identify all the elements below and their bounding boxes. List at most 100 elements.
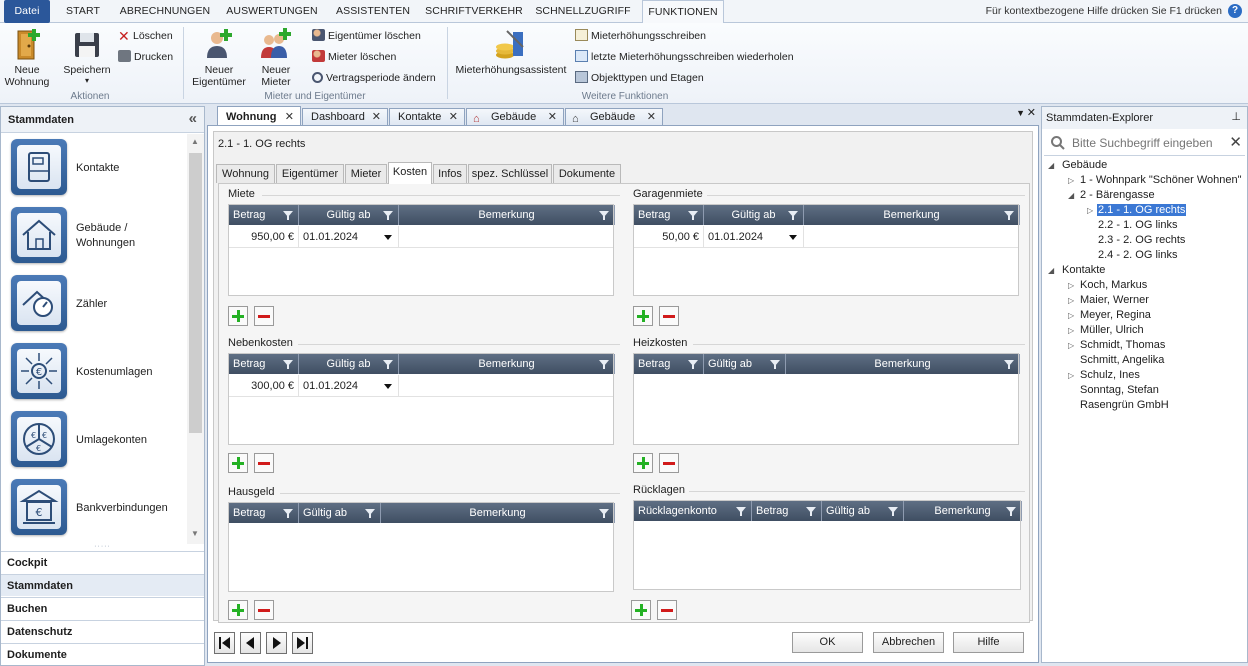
- dropdown-icon[interactable]: [384, 235, 392, 240]
- filter-icon[interactable]: [599, 360, 609, 369]
- section-cockpit[interactable]: Cockpit: [1, 551, 204, 573]
- tree-collapse-icon[interactable]: ◢: [1048, 263, 1054, 278]
- tab-mieter[interactable]: Mieter: [345, 164, 387, 183]
- column-gueltig-ab[interactable]: Gültig ab: [299, 503, 381, 523]
- scroll-up-icon[interactable]: ▲: [191, 137, 199, 146]
- doc-tab-dashboard[interactable]: Dashboard ✕: [302, 108, 388, 126]
- cell-bemerkung[interactable]: [804, 226, 1020, 248]
- menu-tab-assistenten[interactable]: ASSISTENTEN: [330, 0, 416, 23]
- column-betrag[interactable]: Betrag: [229, 503, 299, 523]
- section-stammdaten[interactable]: Stammdaten: [1, 574, 204, 596]
- filter-icon[interactable]: [283, 211, 293, 220]
- filter-icon[interactable]: [1004, 360, 1014, 369]
- filter-icon[interactable]: [788, 211, 798, 220]
- cell-bemerkung[interactable]: [399, 375, 615, 397]
- next-record-button[interactable]: [266, 632, 287, 654]
- close-icon[interactable]: ✕: [285, 107, 294, 127]
- filter-icon[interactable]: [365, 509, 375, 518]
- column-betrag[interactable]: Betrag: [752, 501, 822, 521]
- delete-row-button[interactable]: [659, 306, 679, 326]
- tab-spez-schluessel[interactable]: spez. Schlüssel: [468, 164, 552, 183]
- tree-expand-icon[interactable]: ▷: [1068, 368, 1074, 383]
- new-tenant-button[interactable]: Neuer Mieter: [256, 27, 296, 88]
- filter-icon[interactable]: [283, 360, 293, 369]
- last-record-button[interactable]: [292, 632, 313, 654]
- delete-tenant-button[interactable]: Mieter löschen: [312, 50, 396, 64]
- add-row-button[interactable]: [633, 306, 653, 326]
- doc-tab-gebaeude-1[interactable]: ⌂ Gebäude ✕: [466, 108, 564, 126]
- tree-node-gebaeude[interactable]: Gebäude: [1062, 158, 1107, 173]
- tree-node-wohnpark[interactable]: 1 - Wohnpark "Schöner Wohnen": [1080, 173, 1242, 188]
- column-bemerkung[interactable]: Bemerkung: [399, 354, 615, 374]
- filter-icon[interactable]: [806, 507, 816, 516]
- menu-tab-funktionen[interactable]: FUNKTIONEN: [642, 0, 724, 24]
- filter-icon[interactable]: [888, 507, 898, 516]
- menu-tab-datei[interactable]: Datei: [4, 0, 50, 23]
- close-icon[interactable]: ✕: [449, 109, 458, 125]
- tree-node-contact[interactable]: Sonntag, Stefan: [1080, 383, 1159, 398]
- new-apartment-button[interactable]: Neue Wohnung: [4, 27, 50, 88]
- rent-increase-assistant-button[interactable]: Mieterhöhungsassistent: [452, 27, 570, 76]
- menu-tab-start[interactable]: START: [58, 0, 108, 23]
- column-bemerkung[interactable]: Bemerkung: [399, 205, 615, 225]
- column-betrag[interactable]: Betrag: [229, 205, 299, 225]
- column-ruecklagenkonto[interactable]: Rücklagenkonto: [634, 501, 752, 521]
- nav-item-gebaeude[interactable]: Gebäude / Wohnungen: [9, 205, 184, 267]
- tree-node-og-links[interactable]: 2.2 - 1. OG links: [1098, 218, 1177, 233]
- filter-icon[interactable]: [1004, 211, 1014, 220]
- delete-row-button[interactable]: [254, 306, 274, 326]
- delete-row-button[interactable]: [659, 453, 679, 473]
- tree-expand-icon[interactable]: ▷: [1068, 338, 1074, 353]
- filter-icon[interactable]: [383, 211, 393, 220]
- search-input[interactable]: [1072, 133, 1220, 153]
- tree-node-contact[interactable]: Schmitt, Angelika: [1080, 353, 1164, 368]
- delete-owner-button[interactable]: Eigentümer löschen: [312, 29, 421, 43]
- column-betrag[interactable]: Betrag: [634, 205, 704, 225]
- tree-node-og-rechts[interactable]: 2.1 - 1. OG rechts: [1097, 203, 1187, 218]
- column-bemerkung[interactable]: Bemerkung: [786, 354, 1020, 374]
- nav-item-umlagekonten[interactable]: € € € Umlagekonten: [9, 409, 184, 471]
- tree-node-contact[interactable]: Rasengrün GmbH: [1080, 398, 1169, 413]
- filter-icon[interactable]: [688, 211, 698, 220]
- close-all-icon[interactable]: ✕: [1027, 106, 1036, 119]
- first-record-button[interactable]: [214, 632, 235, 654]
- object-types-button[interactable]: Objekttypen und Etagen: [575, 71, 704, 85]
- doc-tab-kontakte[interactable]: Kontakte ✕: [389, 108, 465, 126]
- filter-icon[interactable]: [599, 509, 609, 518]
- menu-tab-abrechnungen[interactable]: ABRECHNUNGEN: [116, 0, 214, 23]
- column-betrag[interactable]: Betrag: [634, 354, 704, 374]
- add-row-button[interactable]: [228, 453, 248, 473]
- tree-node-contact[interactable]: Müller, Ulrich: [1080, 323, 1144, 338]
- column-gueltig-ab[interactable]: Gültig ab: [704, 354, 786, 374]
- dropdown-icon[interactable]: [789, 235, 797, 240]
- filter-icon[interactable]: [1006, 507, 1016, 516]
- cell-gueltig-ab[interactable]: 01.01.2024: [299, 375, 399, 397]
- tree-node-contact[interactable]: Schmidt, Thomas: [1080, 338, 1165, 353]
- delete-row-button[interactable]: [254, 600, 274, 620]
- section-dokumente[interactable]: Dokumente: [1, 643, 204, 665]
- tab-wohnung[interactable]: Wohnung: [216, 164, 275, 183]
- tree-collapse-icon[interactable]: ◢: [1068, 188, 1074, 203]
- tree-node-og2-rechts[interactable]: 2.3 - 2. OG rechts: [1098, 233, 1185, 248]
- table-row[interactable]: 50,00 € 01.01.2024: [634, 226, 1018, 248]
- tree-expand-icon[interactable]: ▷: [1087, 203, 1093, 218]
- doc-tab-wohnung[interactable]: Wohnung ✕: [217, 106, 301, 127]
- save-dropdown-icon[interactable]: ▾: [62, 76, 112, 86]
- tree-node-kontakte[interactable]: Kontakte: [1062, 263, 1105, 278]
- column-gueltig-ab[interactable]: Gültig ab: [704, 205, 804, 225]
- column-gueltig-ab[interactable]: Gültig ab: [299, 205, 399, 225]
- table-row[interactable]: 300,00 € 01.01.2024: [229, 375, 613, 397]
- filter-icon[interactable]: [688, 360, 698, 369]
- help-icon[interactable]: ?: [1228, 4, 1242, 18]
- menu-tab-schnellzugriff[interactable]: SCHNELLZUGRIFF: [532, 0, 634, 23]
- filter-icon[interactable]: [736, 507, 746, 516]
- change-contract-period-button[interactable]: Vertragsperiode ändern: [312, 71, 436, 85]
- filter-icon[interactable]: [383, 360, 393, 369]
- help-button[interactable]: Hilfe: [953, 632, 1024, 653]
- tree-expand-icon[interactable]: ▷: [1068, 293, 1074, 308]
- tree-node-contact[interactable]: Koch, Markus: [1080, 278, 1147, 293]
- delete-row-button[interactable]: [254, 453, 274, 473]
- menu-tab-schriftverkehr[interactable]: SCHRIFTVERKEHR: [424, 0, 524, 23]
- ok-button[interactable]: OK: [792, 632, 863, 653]
- close-icon[interactable]: ✕: [548, 109, 557, 125]
